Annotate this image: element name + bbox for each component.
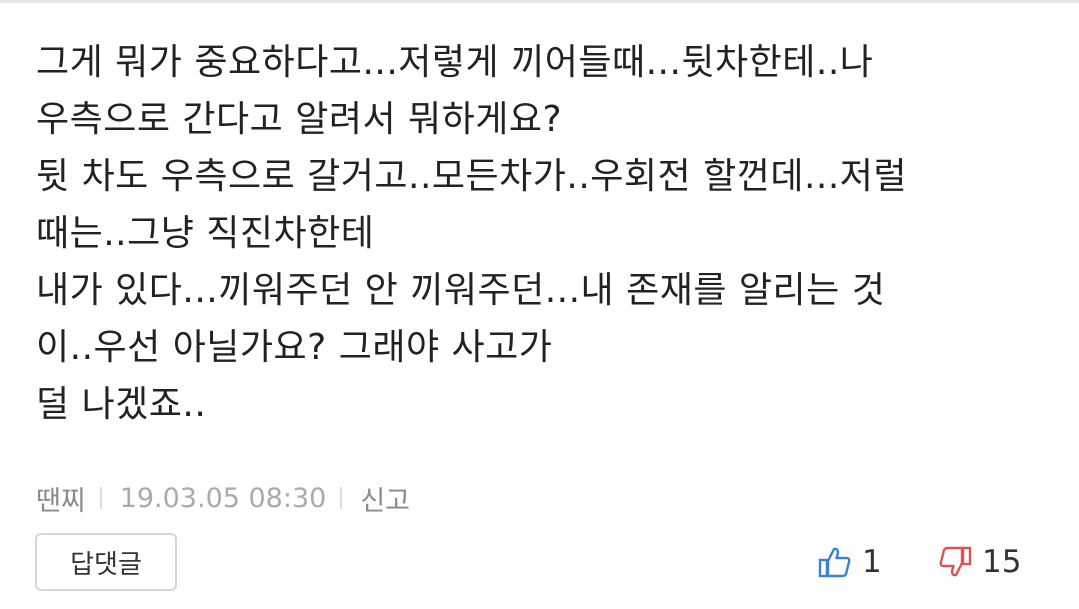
like-button[interactable]: 1 xyxy=(818,538,882,586)
dislike-button[interactable]: 15 xyxy=(938,538,1021,586)
comment-line: 우측으로 간다고 알려서 뭐하게요? xyxy=(36,99,563,140)
comment-line: 때는..그냥 직진차한테 xyxy=(36,213,375,254)
comment-line: 그게 뭐가 중요하다고...저렇게 끼어들때...뒷차한테..나 xyxy=(36,42,874,83)
timestamp: 19.03.05 08:30 xyxy=(119,482,327,514)
thumbs-down-icon xyxy=(938,545,972,579)
dislike-count: 15 xyxy=(982,544,1022,580)
comment-line: 이..우선 아닐가요? 그래야 사고가 xyxy=(36,327,553,368)
like-count: 1 xyxy=(862,544,882,580)
thumbs-up-icon xyxy=(818,545,852,579)
report-link[interactable]: 신고 xyxy=(360,479,410,518)
meta-divider xyxy=(99,487,102,509)
comment-text: 그게 뭐가 중요하다고...저렇게 끼어들때...뒷차한테..나 우측으로 간다… xyxy=(36,34,1056,433)
top-divider xyxy=(0,0,1079,3)
comment-meta: 땐찌 19.03.05 08:30 신고 xyxy=(36,478,410,518)
author-name[interactable]: 땐찌 xyxy=(36,479,86,518)
meta-divider xyxy=(340,487,343,509)
comment-line: 덜 나겠죠.. xyxy=(36,384,207,425)
comment-line: 뒷 차도 우측으로 갈거고..모든차가..우회전 할껀데...저럴 xyxy=(36,156,908,197)
reply-button[interactable]: 답댓글 xyxy=(35,533,177,591)
comment-line: 내가 있다...끼워주던 안 끼워주던...내 존재를 알리는 것 xyxy=(36,270,886,311)
